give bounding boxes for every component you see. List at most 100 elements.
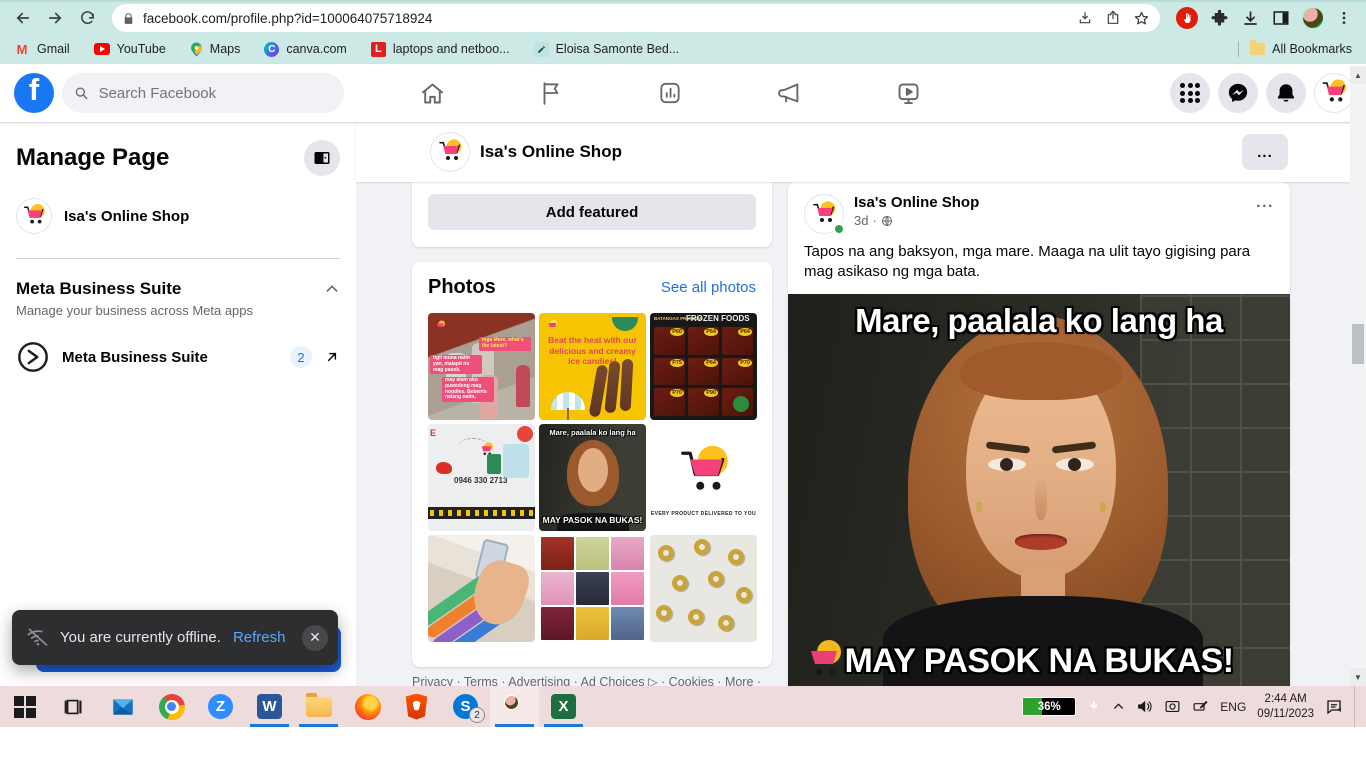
taskbar-mail[interactable] <box>98 686 147 727</box>
taskbar-zoom[interactable]: Z <box>196 686 245 727</box>
action-center-icon[interactable] <box>1325 698 1343 716</box>
bookmark-canva[interactable]: Ccanva.com <box>264 41 347 57</box>
browser-menu-kebab-icon[interactable] <box>1336 10 1352 26</box>
battery-indicator[interactable]: 36% <box>1022 697 1077 716</box>
share-icon[interactable] <box>1105 10 1121 26</box>
bell-icon <box>1277 84 1295 102</box>
meme-thumb-bottom-text: MAY PASOK NA BUKAS! <box>542 515 643 525</box>
bookmark-star-icon[interactable] <box>1133 10 1150 27</box>
photo-thumbnail-product-collage[interactable] <box>539 535 646 642</box>
tab-home[interactable] <box>392 67 472 119</box>
language-indicator[interactable]: ENG <box>1220 700 1246 714</box>
task-view-button[interactable] <box>49 686 98 727</box>
post-text: Tapos na ang baksyon, mga mare. Maaga na… <box>804 243 1251 281</box>
photo-thumbnail-meme[interactable]: Mare, paalala ko lang ha MAY PASOK NA BU… <box>539 424 646 531</box>
start-button[interactable] <box>0 686 49 727</box>
tab-insights[interactable] <box>630 67 710 119</box>
show-desktop-button[interactable] <box>1354 686 1360 727</box>
windows-logo-icon <box>13 695 36 718</box>
file-explorer-icon <box>305 692 332 717</box>
scrollbar-thumb[interactable] <box>1352 324 1364 364</box>
taskbar-file-explorer[interactable] <box>294 686 343 727</box>
page-header-avatar[interactable] <box>430 132 470 172</box>
photo-thumbnail-crafts[interactable] <box>428 535 535 642</box>
taskbar-firefox[interactable] <box>343 686 392 727</box>
taskbar-brave[interactable] <box>392 686 441 727</box>
refresh-link[interactable]: Refresh <box>233 629 286 646</box>
bookmark-laptops[interactable]: Llaptops and netboo... <box>370 41 510 57</box>
all-bookmarks[interactable]: All Bookmarks <box>1249 40 1352 57</box>
reload-icon[interactable] <box>74 5 100 31</box>
photo-thumbnail-gold-clasps[interactable] <box>650 535 757 642</box>
sidebar-page-item[interactable]: Isa's Online Shop <box>16 198 340 234</box>
bookmark-youtube[interactable]: YouTube <box>93 41 166 57</box>
forward-icon[interactable] <box>42 5 68 31</box>
menu-grid-button[interactable] <box>1170 73 1210 113</box>
see-all-photos-link[interactable]: See all photos <box>661 279 756 296</box>
photo-thumbnail-contact-card[interactable]: E 0946 330 2713 <box>428 424 535 531</box>
post-author-avatar[interactable] <box>804 194 845 235</box>
bookmark-gmail[interactable]: M Gmail <box>14 41 70 57</box>
taskbar-word[interactable]: W <box>245 686 294 727</box>
tray-chevron-up-icon[interactable] <box>1112 700 1125 713</box>
add-featured-button[interactable]: Add featured <box>428 194 756 230</box>
bookmarks-separator <box>1238 41 1240 57</box>
brave-icon <box>405 693 428 720</box>
search-facebook[interactable] <box>62 73 344 113</box>
photo-thumbnail-ice-candy-ad[interactable]: Beat the heat with our delicious and cre… <box>539 313 646 420</box>
taskbar-chrome[interactable] <box>147 686 196 727</box>
messenger-button[interactable] <box>1218 73 1258 113</box>
photo-thumbnail-street-meme[interactable]: mga Mare, what's the latest? tigil muna … <box>428 313 535 420</box>
save-page-icon[interactable] <box>1077 10 1093 26</box>
adblock-extension-icon[interactable] <box>1176 7 1198 29</box>
clock[interactable]: 2:44 AM 09/11/2023 <box>1257 692 1314 722</box>
bookmark-maps[interactable]: Maps <box>190 42 240 57</box>
browser-profile-avatar[interactable] <box>1302 7 1324 29</box>
notifications-button[interactable] <box>1266 73 1306 113</box>
chrome-icon <box>158 693 185 720</box>
sidebar-item-meta-business-suite[interactable]: Meta Business Suite 2 <box>16 340 340 374</box>
collapse-sidebar-button[interactable] <box>304 140 340 176</box>
chevron-up-icon[interactable] <box>324 281 340 297</box>
speaker-icon[interactable] <box>1136 698 1153 715</box>
photo-thumbnail-shop-logo[interactable]: EVERY PRODUCT DELIVERED TO YOU <box>650 424 757 531</box>
photo-thumbnail-frozen-foods[interactable]: BATANGAS PREMIUM FROZEN FOODS P60 P64 P6… <box>650 313 757 420</box>
phone-number: 0946 330 2713 <box>454 476 508 485</box>
post-image-meme[interactable]: Mare, paalala ko lang ha MAY PASOK NA BU… <box>788 294 1290 686</box>
scroll-down-arrow[interactable]: ▼ <box>1350 668 1366 686</box>
bookmark-eloisa[interactable]: Eloisa Samonte Bed... <box>533 41 679 57</box>
windows-taskbar: Z W S 2 X 36% ENG 2:44 AM 09/11/2023 <box>0 686 1366 727</box>
screen-cast-icon[interactable] <box>1164 698 1181 715</box>
post-time[interactable]: 3d <box>854 213 868 228</box>
toast-close-button[interactable]: ✕ <box>302 624 328 651</box>
windows-ink-icon[interactable] <box>1192 698 1209 715</box>
scroll-up-arrow[interactable]: ▲ <box>1350 66 1366 84</box>
profile-avatar-button[interactable] <box>1314 73 1354 113</box>
side-panel-icon[interactable] <box>1272 9 1290 27</box>
post-more-button[interactable]: ... <box>1256 194 1274 212</box>
post-author-name[interactable]: Isa's Online Shop <box>854 194 979 211</box>
tab-video[interactable] <box>868 67 948 119</box>
youtube-icon <box>93 41 110 57</box>
photos-title: Photos <box>428 276 496 298</box>
taskbar-excel[interactable]: X <box>539 686 588 727</box>
photo-text-chip: tigil muna natin yan, malapit na mag pas… <box>430 355 482 375</box>
extensions-puzzle-icon[interactable] <box>1210 9 1229 28</box>
tab-pages-flag[interactable] <box>511 67 591 119</box>
search-input[interactable] <box>96 83 332 103</box>
facebook-logo[interactable]: f <box>14 73 54 113</box>
downloads-icon[interactable] <box>1241 9 1260 28</box>
frozen-foods-title: FROZEN FOODS <box>686 314 750 323</box>
taskbar-chrome-profile[interactable] <box>490 686 539 727</box>
page-scrollbar[interactable]: ▲ ▼ <box>1350 66 1366 686</box>
photos-grid: mga Mare, what's the latest? tigil muna … <box>428 313 757 642</box>
meme-bottom-text: MAY PASOK NA BUKAS! <box>844 642 1234 681</box>
taskbar-skype[interactable]: S 2 <box>441 686 490 727</box>
online-status-dot <box>833 223 845 235</box>
tile-corner-text: E <box>430 428 437 438</box>
back-icon[interactable] <box>10 5 36 31</box>
address-bar[interactable]: facebook.com/profile.php?id=100064075718… <box>112 4 1160 32</box>
page-more-button[interactable]: ... <box>1242 134 1288 170</box>
meme-watermark-logo <box>811 640 841 676</box>
tab-ads-megaphone[interactable] <box>749 67 829 119</box>
